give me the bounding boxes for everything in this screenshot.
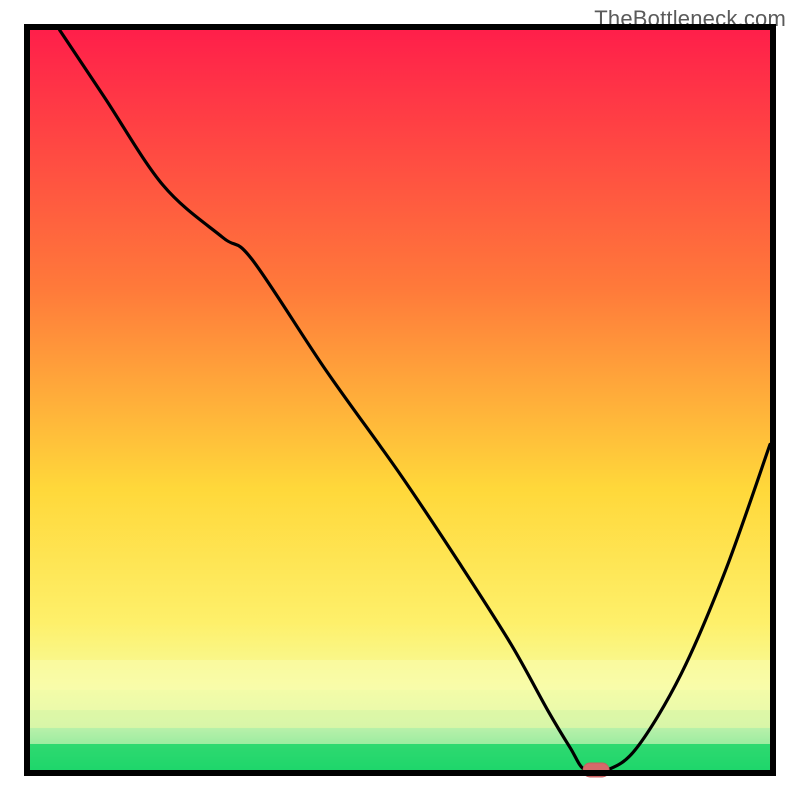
background-gradient [30, 30, 770, 770]
band-green [30, 744, 770, 770]
chart-canvas: TheBottleneck.com [0, 0, 800, 800]
band-2 [30, 690, 770, 710]
plot-area [30, 30, 770, 777]
band-4 [30, 728, 770, 744]
band-1 [30, 660, 770, 690]
chart-svg [0, 0, 800, 800]
